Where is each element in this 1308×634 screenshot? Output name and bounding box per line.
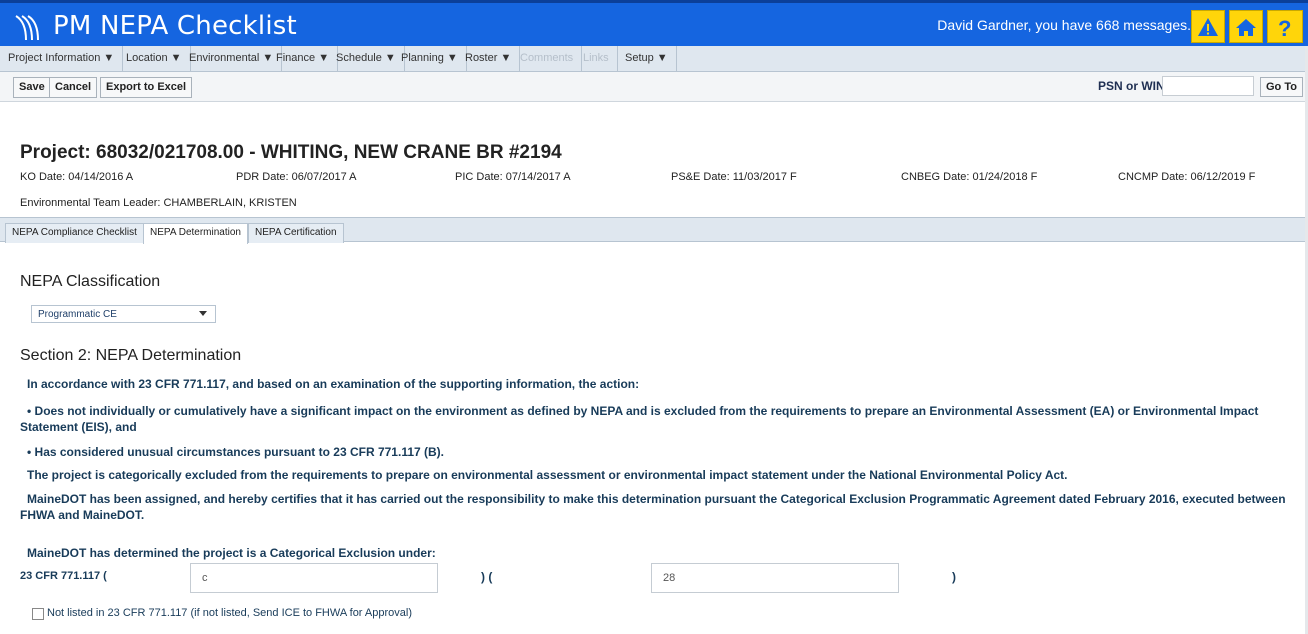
cfr-paren-middle: ) ( bbox=[481, 570, 493, 584]
svg-text:?: ? bbox=[1278, 16, 1291, 39]
project-title: Project: 68032/021708.00 - WHITING, NEW … bbox=[20, 142, 562, 163]
determination-assigned: MaineDOT has been assigned, and hereby c… bbox=[20, 492, 1286, 522]
determination-excluded: The project is categorically excluded fr… bbox=[27, 468, 1068, 482]
determination-heading: Section 2: NEPA Determination bbox=[20, 347, 242, 364]
messages-link[interactable]: David Gardner, you have 668 messages. bbox=[937, 17, 1191, 33]
not-listed-checkbox[interactable] bbox=[32, 608, 44, 620]
cfr-subparagraph-input[interactable] bbox=[651, 563, 899, 593]
goto-button[interactable]: Go To bbox=[1260, 77, 1303, 97]
determination-bullet-1: • Does not individually or cumulatively … bbox=[20, 404, 1259, 434]
menu-location[interactable]: Location ▼ bbox=[118, 46, 191, 71]
signal-logo-icon bbox=[15, 15, 39, 41]
main-menu: Project Information ▼ Location ▼ Environ… bbox=[0, 46, 1308, 72]
psn-label: PSN or WIN bbox=[1098, 79, 1165, 93]
export-excel-button[interactable]: Export to Excel bbox=[100, 77, 193, 98]
help-icon: ? bbox=[1278, 16, 1291, 39]
determination-categorical: MaineDOT has determined the project is a… bbox=[27, 546, 436, 560]
classification-heading: NEPA Classification bbox=[20, 273, 161, 290]
app-title: PM NEPA Checklist bbox=[53, 11, 297, 41]
pdr-date: PDR Date: 06/07/2017 A bbox=[236, 171, 357, 183]
ko-date: KO Date: 04/14/2016 A bbox=[20, 171, 134, 183]
app-header: PM NEPA Checklist David Gardner, you hav… bbox=[0, 0, 1308, 46]
cancel-button[interactable]: Cancel bbox=[49, 77, 98, 98]
menu-setup[interactable]: Setup ▼ bbox=[617, 46, 677, 71]
determination-intro: In accordance with 23 CFR 771.117, and b… bbox=[27, 377, 640, 391]
save-button[interactable]: Save bbox=[13, 77, 51, 98]
psn-input[interactable] bbox=[1162, 76, 1254, 96]
classification-select[interactable]: Programmatic CE bbox=[31, 305, 216, 323]
action-toolbar: Save Cancel Export to Excel PSN or WIN G… bbox=[0, 72, 1308, 102]
home-icon bbox=[1236, 18, 1256, 36]
cfr-paren-end: ) bbox=[952, 570, 956, 584]
classification-selected-value: Programmatic CE bbox=[38, 309, 117, 320]
menu-links: Links bbox=[575, 46, 618, 71]
cnbeg-date: CNBEG Date: 01/24/2018 F bbox=[901, 171, 1038, 183]
help-button[interactable]: ? bbox=[1267, 10, 1303, 43]
tab-nepa-compliance-checklist[interactable]: NEPA Compliance Checklist bbox=[5, 223, 144, 243]
alert-button[interactable] bbox=[1191, 10, 1225, 43]
chevron-down-icon bbox=[199, 311, 207, 316]
tab-strip: NEPA Compliance Checklist NEPA Determina… bbox=[0, 217, 1308, 244]
cncmp-date: CNCMP Date: 06/12/2019 F bbox=[1118, 171, 1256, 183]
pic-date: PIC Date: 07/14/2017 A bbox=[455, 171, 571, 183]
not-listed-label: Not listed in 23 CFR 771.117 (if not lis… bbox=[47, 607, 412, 619]
home-button[interactable] bbox=[1229, 10, 1263, 43]
tab-nepa-certification[interactable]: NEPA Certification bbox=[248, 223, 344, 243]
cfr-paragraph-input[interactable] bbox=[190, 563, 438, 593]
menu-planning[interactable]: Planning ▼ bbox=[393, 46, 467, 71]
environmental-team-leader: Environmental Team Leader: CHAMBERLAIN, … bbox=[20, 197, 297, 209]
determination-bullet-2: • Has considered unusual circumstances p… bbox=[27, 445, 444, 459]
menu-comments: Comments bbox=[512, 46, 583, 71]
cfr-label: 23 CFR 771.117 ( bbox=[20, 570, 107, 582]
menu-project-information[interactable]: Project Information ▼ bbox=[0, 46, 124, 71]
tab-nepa-determination[interactable]: NEPA Determination bbox=[143, 223, 248, 244]
warning-icon bbox=[1198, 17, 1218, 36]
pse-date: PS&E Date: 11/03/2017 F bbox=[671, 171, 797, 183]
menu-roster[interactable]: Roster ▼ bbox=[457, 46, 521, 71]
